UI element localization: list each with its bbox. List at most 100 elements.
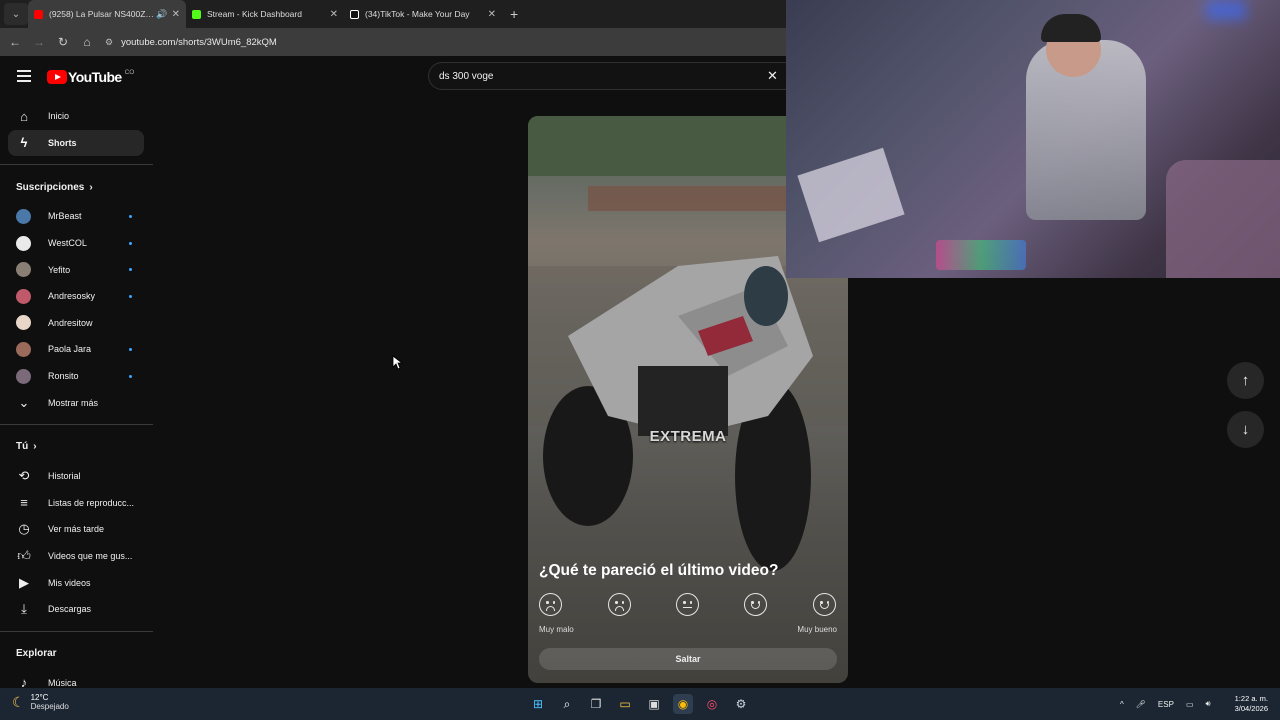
opera-gx-icon[interactable]: ◎: [702, 694, 722, 714]
steam-icon[interactable]: ⚙: [731, 694, 751, 714]
logo-text: YouTube: [68, 69, 122, 85]
webcam-overlay: [786, 0, 1280, 278]
good-face-icon[interactable]: [744, 593, 767, 616]
tiktok-favicon-icon: [350, 9, 359, 19]
sidebar-item-label: Historial: [48, 471, 81, 482]
weather-desc: Despejado: [30, 702, 69, 711]
history-icon: ⟲: [18, 468, 30, 484]
reload-icon[interactable]: ↻: [51, 35, 75, 49]
language-indicator[interactable]: ESP: [1158, 700, 1174, 709]
sidebar-item-historial[interactable]: ⟲ Historial: [0, 463, 153, 490]
sidebar-item-shorts[interactable]: ϟ Shorts: [8, 129, 144, 157]
new-tab-icon[interactable]: +: [510, 6, 518, 22]
tab-title: Stream - Kick Dashboard: [207, 9, 302, 19]
browser-tab-bar: ⌄ (9258) La Pulsar NS400Z m 🔊 ✕ Stream -…: [0, 0, 786, 28]
speaker-icon[interactable]: 🔊: [156, 9, 167, 20]
close-tab-icon[interactable]: ✕: [172, 9, 180, 20]
close-tab-icon[interactable]: ✕: [488, 9, 496, 20]
menu-icon[interactable]: [17, 70, 31, 82]
store-icon[interactable]: ▣: [644, 694, 664, 714]
download-icon: ⤓: [21, 601, 27, 617]
sidebar-item-channel[interactable]: MrBeast: [0, 203, 153, 230]
section-title: Explorar: [16, 648, 57, 659]
chrome-icon[interactable]: ◉: [673, 694, 693, 714]
tray-expand-icon[interactable]: ^: [1120, 700, 1124, 709]
sidebar-item-descargas[interactable]: ⤓ Descargas: [0, 596, 153, 623]
browser-tab-kick[interactable]: Stream - Kick Dashboard ✕: [186, 0, 344, 28]
microphone-icon[interactable]: 🎤︎: [1136, 700, 1146, 709]
previous-short-icon[interactable]: ↑: [1227, 362, 1264, 399]
sidebar-item-ver-mas-tarde[interactable]: ◷ Ver más tarde: [0, 516, 153, 543]
sidebar-item-channel[interactable]: Paola Jara: [0, 336, 153, 363]
sidebar-item-label: Mis videos: [48, 577, 91, 588]
sidebar-item-videos-gustan[interactable]: 👍︎ Videos que me gus...: [0, 543, 153, 570]
sidebar-item-label: Listas de reproducc...: [48, 497, 135, 508]
survey-question: ¿Qué te pareció el último video?: [539, 562, 779, 579]
back-icon[interactable]: ←: [3, 35, 27, 49]
search-value: ds 300 voge: [439, 70, 494, 82]
task-view-icon[interactable]: ❐: [586, 694, 606, 714]
site-info-icon[interactable]: ⚙: [105, 37, 113, 48]
temperature: 12°C: [30, 693, 49, 702]
home-icon[interactable]: ⌂: [75, 35, 99, 49]
country-code: CO: [124, 68, 135, 76]
section-title: Suscripciones: [16, 181, 85, 193]
sidebar: ⌂ Inicio ϟ Shorts Suscripciones › MrBeas…: [0, 100, 153, 690]
close-tab-icon[interactable]: ✕: [330, 9, 338, 20]
thumbs-up-icon: 👍︎: [17, 548, 31, 564]
chevron-down-icon: ⌄: [18, 394, 30, 410]
clear-search-icon[interactable]: ✕: [767, 68, 778, 84]
file-explorer-icon[interactable]: ▭: [615, 694, 635, 714]
sidebar-item-channel[interactable]: Andresosky: [0, 283, 153, 310]
search-icon[interactable]: ⌕: [557, 694, 577, 714]
very-bad-face-icon[interactable]: [539, 593, 562, 616]
sidebar-item-mis-videos[interactable]: ▶ Mis videos: [0, 569, 153, 596]
sidebar-item-channel[interactable]: Andresitow: [0, 310, 153, 337]
you-header[interactable]: Tú ›: [0, 431, 153, 463]
divider: [0, 423, 153, 425]
tab-search-button[interactable]: ⌄: [4, 3, 28, 25]
channel-avatar: [16, 262, 31, 278]
volume-icon[interactable]: 🔊︎: [1206, 699, 1211, 709]
sidebar-item-channel[interactable]: WestCOL: [0, 230, 153, 257]
next-short-icon[interactable]: ↓: [1227, 411, 1264, 448]
subscriptions-header[interactable]: Suscripciones ›: [0, 171, 153, 203]
browser-tab-youtube[interactable]: (9258) La Pulsar NS400Z m 🔊 ✕: [28, 0, 186, 28]
taskbar-apps: ⊞ ⌕ ❐ ▭ ▣ ◉ ◎ ⚙: [528, 694, 760, 714]
search-input[interactable]: ds 300 voge: [428, 62, 786, 90]
kick-favicon-icon: [192, 9, 201, 19]
sidebar-item-listas[interactable]: ≡ Listas de reproducc...: [0, 490, 153, 517]
sidebar-item-label: WestCOL: [48, 238, 87, 249]
youtube-play-icon: [47, 70, 67, 84]
windows-start-icon[interactable]: ⊞: [528, 694, 548, 714]
skip-button[interactable]: Saltar: [539, 648, 837, 670]
bad-face-icon[interactable]: [608, 593, 631, 616]
sidebar-item-channel[interactable]: Ronsito: [0, 363, 153, 390]
clock[interactable]: 1:22 a. m. 3/04/2026: [1226, 694, 1268, 714]
channel-avatar: [16, 315, 31, 331]
new-content-dot: [129, 294, 132, 298]
show-more-button[interactable]: ⌄ Mostrar más: [0, 389, 153, 416]
sidebar-item-inicio[interactable]: ⌂ Inicio: [0, 103, 153, 130]
video-watermark: EXTREMA: [649, 428, 727, 445]
sidebar-item-channel[interactable]: Yefito: [0, 256, 153, 283]
chevron-right-icon: ›: [89, 181, 93, 193]
playlist-icon: ≡: [20, 495, 28, 511]
channel-avatar: [16, 208, 31, 224]
rating-low-label: Muy malo: [539, 625, 574, 634]
sidebar-item-label: Inicio: [48, 111, 70, 122]
browser-tab-tiktok[interactable]: (34)TikTok - Make Your Day ✕: [344, 0, 502, 28]
neutral-face-icon[interactable]: [676, 593, 699, 616]
address-bar: ← → ↻ ⌂ ⚙ youtube.com/shorts/3WUm6_82kQM: [0, 28, 786, 56]
url-field[interactable]: ⚙ youtube.com/shorts/3WUm6_82kQM: [105, 37, 277, 48]
sidebar-item-label: Videos que me gus...: [48, 551, 133, 562]
shorts-icon: ϟ: [20, 135, 28, 151]
youtube-favicon-icon: [34, 9, 43, 19]
very-good-face-icon[interactable]: [813, 593, 836, 616]
network-icon[interactable]: ▭: [1186, 700, 1194, 709]
sidebar-item-label: Mostrar más: [48, 397, 99, 408]
youtube-logo[interactable]: YouTube CO: [47, 69, 134, 85]
weather-widget[interactable]: ☾ 12°C Despejado: [12, 693, 69, 711]
windows-taskbar: ☾ 12°C Despejado ⊞ ⌕ ❐ ▭ ▣ ◉ ◎ ⚙ ^ 🎤︎ ES…: [0, 688, 1280, 720]
forward-icon[interactable]: →: [27, 35, 51, 49]
